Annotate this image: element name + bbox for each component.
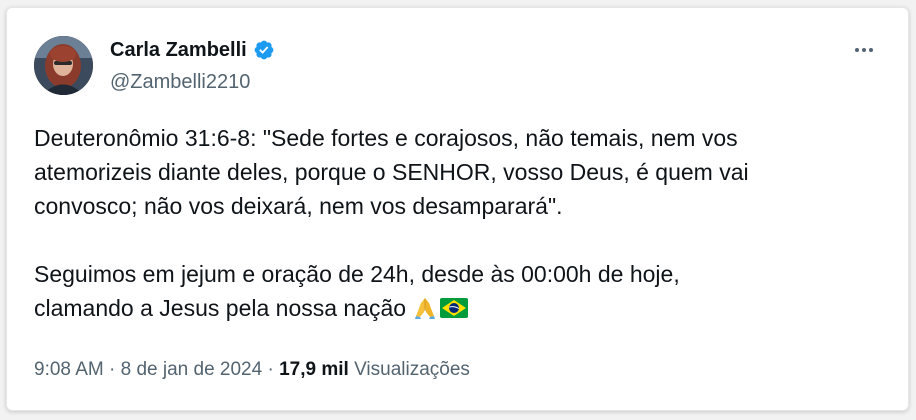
views-label[interactable]: Visualizações — [354, 359, 470, 380]
author-name-row: Carla Zambelli — [110, 38, 275, 62]
tweet-text: Deuteronômio 31:6-8: "Sede fortes e cora… — [34, 121, 884, 325]
tweet-text-line-with-emoji: clamando a Jesus pela nossa nação — [34, 291, 884, 325]
author-handle[interactable]: @Zambelli2210 — [110, 70, 250, 94]
brazil-flag-icon — [440, 293, 469, 318]
tweet-date[interactable]: 8 de jan de 2024 — [121, 359, 263, 380]
avatar-image — [34, 36, 93, 95]
views-count: 17,9 mil — [279, 359, 349, 380]
tweet-time[interactable]: 9:08 AM — [34, 359, 104, 380]
meta-separator: · — [103, 359, 121, 380]
tweet-meta: 9:08 AM · 8 de jan de 2024 · 17,9 mil Vi… — [34, 358, 470, 382]
more-options-icon[interactable] — [850, 38, 878, 62]
tweet-text-line: clamando a Jesus pela nossa nação — [34, 295, 407, 321]
tweet-text-line: Deuteronômio 31:6-8: "Sede fortes e cora… — [34, 125, 738, 151]
verified-badge-icon — [253, 39, 275, 61]
avatar[interactable] — [34, 36, 93, 95]
folded-hands-icon — [412, 294, 438, 320]
tweet-card: Carla Zambelli @Zambelli2210 Deuteronômi… — [6, 7, 909, 411]
tweet-text-line: atemorizeis diante deles, porque o SENHO… — [34, 159, 749, 185]
tweet-text-line: Seguimos em jejum e oração de 24h, desde… — [34, 261, 680, 287]
meta-separator: · — [262, 359, 280, 380]
tweet-text-line: convosco; não vos deixará, nem vos desam… — [34, 193, 563, 219]
author-display-name[interactable]: Carla Zambelli — [110, 38, 247, 62]
